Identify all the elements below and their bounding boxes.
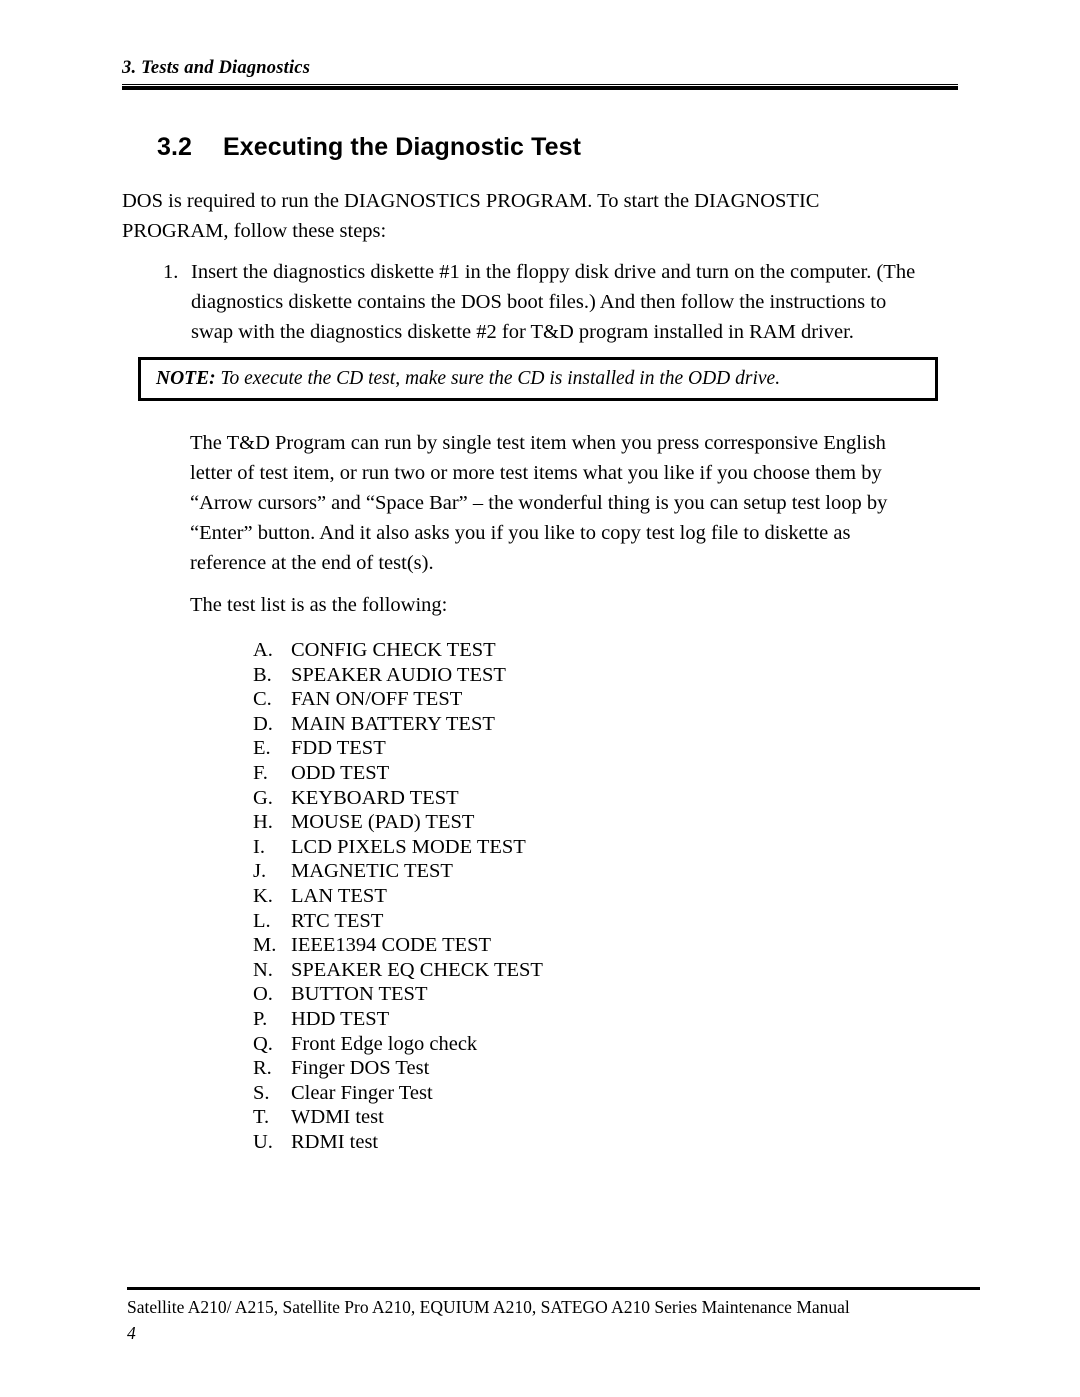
test-item-label: Front Edge logo check [291,1032,478,1055]
test-item-label: RTC TEST [291,909,384,932]
test-item-letter: K. [253,884,273,907]
list-item: J. MAGNETIC TEST [253,859,543,884]
test-item-label: CONFIG CHECK TEST [291,639,496,661]
test-item-letter: S. [253,1081,270,1104]
list-item: C. FAN ON/OFF TEST [253,687,543,712]
test-item-letter: A. [253,639,273,661]
footer-divider [127,1287,980,1290]
list-item: E. FDD TEST [253,736,543,761]
test-item-label: RDMI test [291,1130,379,1153]
test-item-label: IEEE1394 CODE TEST [291,934,492,957]
test-item-label: MAIN BATTERY TEST [291,712,495,735]
numbered-steps-list: 1. Insert the diagnostics diskette #1 in… [163,257,923,347]
section-number: 3.2 [157,133,193,161]
test-item-label: SPEAKER EQ CHECK TEST [291,958,543,981]
list-item: H. MOUSE (PAD) TEST [253,810,543,835]
test-item-letter: G. [253,786,273,809]
test-item-letter: N. [253,958,273,981]
test-item-label: MAGNETIC TEST [291,860,453,883]
footer-manual-title: Satellite A210/ A215, Satellite Pro A210… [127,1297,850,1317]
test-item-letter: L. [253,909,271,932]
test-item-letter: R. [253,1057,272,1080]
test-item-label: SPEAKER AUDIO TEST [291,663,506,686]
test-list: A. CONFIG CHECK TEST B. SPEAKER AUDIO TEST C… [253,638,543,1154]
running-header: 3. Tests and Diagnostics [122,58,311,78]
test-item-label: FDD TEST [291,737,386,760]
list-item: I. LCD PIXELS MODE TEST [253,835,543,860]
test-item-label: LAN TEST [291,884,387,907]
test-item-letter: F. [253,761,268,784]
step-text: Insert the diagnostics diskette #1 in th… [191,261,916,343]
header-divider-thick-line [122,86,958,90]
list-item: F. ODD TEST [253,761,543,786]
test-item-letter: H. [253,811,273,834]
note-content: NOTE: To execute the CD test, make sure … [141,360,935,398]
list-item: K. LAN TEST [253,884,543,909]
test-item-letter: U. [253,1130,273,1153]
list-item: O. BUTTON TEST [253,982,543,1007]
test-item-letter: M. [253,934,277,957]
section-title-text: Executing the Diagnostic Test [223,133,582,161]
test-item-label: Finger DOS Test [291,1057,430,1080]
test-item-letter: Q. [253,1032,273,1055]
list-item: U. RDMI test [253,1130,543,1155]
list-item: A. CONFIG CHECK TEST [253,638,543,663]
test-item-label: KEYBOARD TEST [291,786,459,809]
test-item-letter: C. [253,688,272,711]
test-item-letter: O. [253,983,273,1006]
test-item-letter: D. [253,712,273,735]
test-item-label: BUTTON TEST [291,983,428,1006]
list-item: 1. Insert the diagnostics diskette #1 in… [163,257,923,347]
test-item-label: WDMI test [291,1106,384,1129]
test-list-intro: The test list is as the following: [190,594,448,616]
test-item-label: FAN ON/OFF TEST [291,688,463,711]
list-item: R. Finger DOS Test [253,1056,543,1081]
test-item-letter: P. [253,1007,268,1030]
note-text: To execute the CD test, make sure the CD… [220,368,781,389]
list-item: T. WDMI test [253,1105,543,1130]
test-item-letter: E. [253,737,271,760]
list-item: D. MAIN BATTERY TEST [253,712,543,737]
test-item-letter: B. [253,663,272,686]
intro-paragraph: DOS is required to run the DIAGNOSTICS P… [122,190,820,242]
test-item-letter: T. [253,1106,270,1129]
section-heading: 3.2 Executing the Diagnostic Test [157,133,581,162]
test-item-label: ODD TEST [291,761,390,784]
test-item-letter: I. [253,835,265,858]
list-item: N. SPEAKER EQ CHECK TEST [253,958,543,983]
page-number: 4 [127,1323,136,1343]
list-item: B. SPEAKER AUDIO TEST [253,663,543,688]
test-item-letter: J. [253,860,267,883]
td-program-paragraph: The T&D Program can run by single test i… [190,432,888,574]
list-item: L. RTC TEST [253,909,543,934]
list-item: S. Clear Finger Test [253,1081,543,1106]
note-label: NOTE: [156,368,216,389]
test-item-label: MOUSE (PAD) TEST [291,811,475,834]
list-item: P. HDD TEST [253,1007,543,1032]
header-divider [122,84,958,90]
test-item-label: Clear Finger Test [291,1081,433,1104]
list-item: Q. Front Edge logo check [253,1032,543,1057]
document-page: 3. Tests and Diagnostics 3.2 Executing th… [0,0,1080,1397]
note-callout-box: NOTE: To execute the CD test, make sure … [138,357,938,401]
step-marker: 1. [163,261,179,283]
list-item: M. IEEE1394 CODE TEST [253,933,543,958]
test-item-label: HDD TEST [291,1007,390,1030]
test-item-label: LCD PIXELS MODE TEST [291,835,526,858]
list-item: G. KEYBOARD TEST [253,786,543,811]
